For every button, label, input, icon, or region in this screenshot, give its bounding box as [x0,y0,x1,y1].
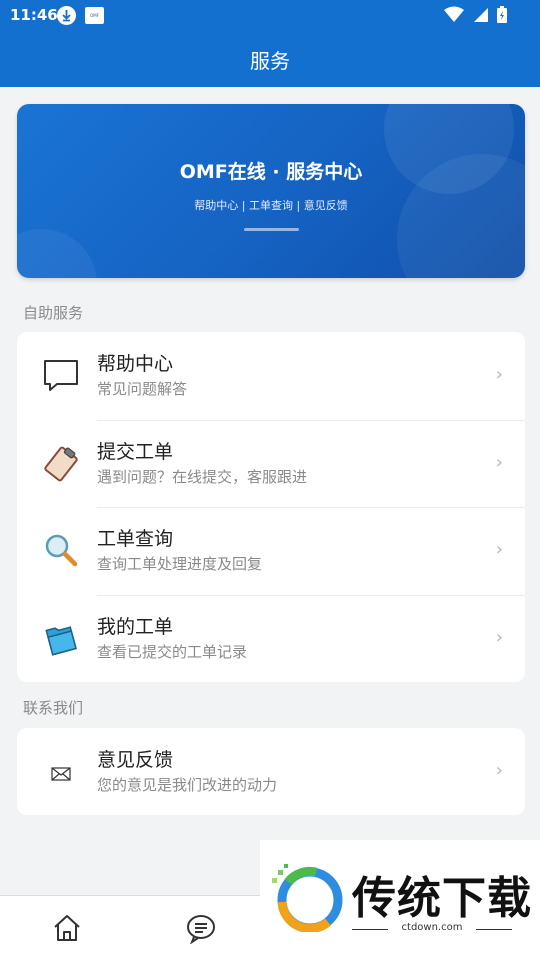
list-item-subtitle: 您的意见是我们改进的动力 [97,776,278,794]
section-heading-contact: 联系我们 [23,699,84,717]
contact-card: 意见反馈 您的意见是我们改进的动力 › [17,728,525,815]
chevron-right-icon: › [495,626,503,648]
watermark-logo-icon [272,864,343,932]
list-item-subtitle: 查看已提交的工单记录 [97,642,248,661]
banner-decoration [17,229,97,278]
status-bar: 11:46 OMF [0,0,540,32]
home-icon[interactable] [51,912,83,944]
message-icon[interactable] [185,912,217,945]
list-item-ticket-query[interactable]: 工单查询 查询工单处理进度及回复 › [17,507,525,595]
folder-icon [41,619,81,659]
list-item-subtitle: 遇到问题？在线提交，客服跟进 [97,467,308,486]
list-item-title: 提交工单 [97,440,174,463]
list-item-subtitle: 查询工单处理进度及回复 [97,555,263,573]
download-notification-icon [57,6,76,25]
list-item-my-tickets[interactable]: 我的工单 查看已提交的工单记录 › [17,594,525,683]
watermark: 传统下载 ctdown.com [260,840,540,940]
banner-subtitle: 帮助中心 | 工单查询 | 意见反馈 [194,199,348,212]
chevron-right-icon: › [495,364,503,385]
list-item-help-center[interactable]: 帮助中心 常见问题解答 › [17,332,525,420]
magnifier-icon [41,531,81,571]
list-item-feedback[interactable]: 意见反馈 您的意见是我们改进的动力 › [17,728,525,815]
banner-divider [244,228,299,231]
list-item-title: 工单查询 [97,528,174,550]
battery-icon [497,6,507,23]
service-center-banner: OMF在线 · 服务中心 帮助中心 | 工单查询 | 意见反馈 [17,104,525,278]
wifi-icon [443,6,464,22]
watermark-text: 传统下载 [352,873,532,924]
list-item-title: 我的工单 [97,615,174,638]
watermark-url: ctdown.com [352,922,512,933]
signal-icon [473,8,488,22]
list-item-title: 帮助中心 [97,353,174,375]
banner-title: OMF在线 · 服务中心 [179,161,363,183]
list-item-subtitle: 常见问题解答 [97,380,188,398]
page-title: 服务 [250,49,290,73]
clipboard-icon [41,444,81,484]
system-status-icons [442,6,508,24]
app-bar: 11:46 OMF 服务 [0,0,540,87]
status-time: 11:46 [10,6,58,24]
chevron-right-icon: › [495,539,503,560]
list-item-title: 意见反馈 [97,749,174,771]
section-heading-self-service: 自助服务 [23,304,84,322]
self-service-card: 帮助中心 常见问题解答 › 提交工单 遇到问题？在线提交，客服跟进 › 工单查询… [17,332,525,682]
app-notification-icon: OMF [85,7,104,24]
list-item-submit-ticket[interactable]: 提交工单 遇到问题？在线提交，客服跟进 › [17,419,525,508]
chat-bubble-icon [41,356,81,396]
envelope-icon [41,752,81,792]
chevron-right-icon: › [495,760,503,781]
chevron-right-icon: › [495,451,503,473]
